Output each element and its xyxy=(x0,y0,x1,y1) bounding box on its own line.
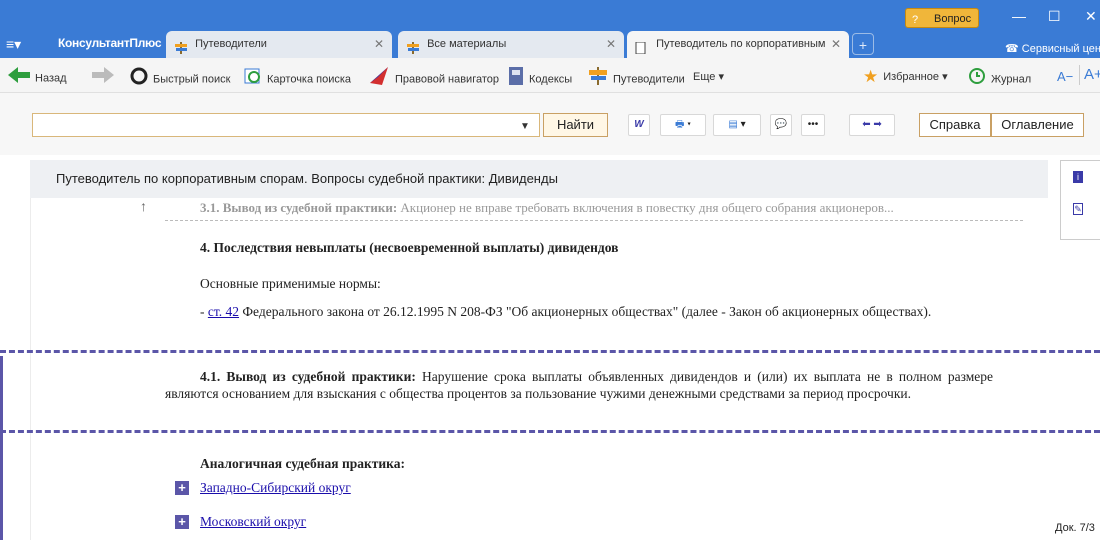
tab-label: Путеводители xyxy=(195,38,267,50)
search-circle-icon xyxy=(130,67,148,92)
court-link-west-siberian[interactable]: Западно-Сибирский округ xyxy=(200,480,351,496)
similar-practice-title: Аналогичная судебная практика: xyxy=(200,456,405,471)
prev-title: 3.1. Вывод из судебной практики: xyxy=(200,200,398,215)
tab-corporate-disputes[interactable]: Путеводитель по корпоративным сп ✕ xyxy=(627,31,849,58)
maximize-icon[interactable]: ☐ xyxy=(1048,8,1061,25)
question-button-label: Вопрос xyxy=(934,13,972,25)
printer-icon: 🖶 xyxy=(675,119,685,130)
search-card-button[interactable]: Карточка поиска xyxy=(244,67,351,87)
close-window-icon[interactable]: ✕ xyxy=(1085,8,1097,25)
search-input[interactable] xyxy=(32,113,540,137)
signpost-icon xyxy=(588,67,608,92)
app-logo[interactable]: КонсультантПлюс xyxy=(58,30,162,56)
conclusion-paragraph: 4.1. Вывод из судебной практики: Нарушен… xyxy=(165,368,993,402)
conclusion-title: 4.1. Вывод из судебной практики: xyxy=(200,369,416,384)
font-decrease-button[interactable]: A− xyxy=(1057,67,1073,87)
help-button[interactable]: Справка xyxy=(919,113,991,137)
prev-text: Акционер не вправе требовать включения в… xyxy=(400,200,894,215)
forward-button[interactable] xyxy=(92,67,119,87)
more-label: Еще xyxy=(693,71,716,83)
expand-plus-icon[interactable]: + xyxy=(175,515,189,529)
selection-marker xyxy=(0,356,3,430)
selection-divider-top xyxy=(0,350,1100,353)
expand-plus-icon[interactable]: + xyxy=(175,481,189,495)
search-history-dropdown-icon[interactable]: ▼ xyxy=(520,121,530,132)
more-actions-icon[interactable]: ••• xyxy=(801,114,825,136)
close-tab-icon[interactable]: ✕ xyxy=(606,31,616,58)
chevron-down-icon: ▾ xyxy=(718,71,724,83)
law-article-link[interactable]: ст. 42 xyxy=(208,304,239,319)
document-header: Путеводитель по корпоративным спорам. Во… xyxy=(30,160,1048,198)
arrow-left-icon xyxy=(8,67,30,90)
selection-divider-bottom xyxy=(0,430,1100,433)
signpost-icon xyxy=(174,38,188,55)
document-counter: Док. 7/3 xyxy=(1055,522,1095,534)
legal-navigator-label: Правовой навигатор xyxy=(395,73,499,86)
info-icon[interactable]: i xyxy=(1073,171,1083,183)
more-menu-button[interactable]: Еще ▾ xyxy=(693,67,724,87)
find-button[interactable]: Найти xyxy=(543,113,608,137)
search-card-icon xyxy=(244,67,262,92)
main-menu-icon[interactable]: ≡▾ xyxy=(6,33,40,55)
quick-search-label: Быстрый поиск xyxy=(153,73,231,86)
back-button[interactable]: Назад xyxy=(8,67,67,87)
guides-label: Путеводители xyxy=(613,73,685,86)
service-center-label: Сервисный цен xyxy=(1021,43,1100,55)
clock-icon xyxy=(968,67,986,92)
selection-marker xyxy=(0,433,3,540)
close-tab-icon[interactable]: ✕ xyxy=(827,31,841,58)
tab-label: Все материалы xyxy=(427,38,507,50)
toc-button[interactable]: Оглавление xyxy=(991,113,1084,137)
norm-prefix: - xyxy=(200,304,208,319)
codes-button[interactable]: Кодексы xyxy=(508,67,572,87)
tab-guides[interactable]: Путеводители ✕ xyxy=(166,31,392,58)
journal-label: Журнал xyxy=(991,73,1032,86)
signpost-icon xyxy=(406,38,420,55)
search-card-label: Карточка поиска xyxy=(267,73,352,86)
new-tab-button[interactable]: + xyxy=(852,33,874,55)
norm-text: Федерального закона от 26.12.1995 N 208-… xyxy=(239,304,932,319)
question-button[interactable]: ? Вопрос xyxy=(905,8,979,28)
tab-label: Путеводитель по корпоративным сп xyxy=(656,38,840,50)
service-center-link[interactable]: ☎ Сервисный цен xyxy=(1005,42,1100,55)
norm-paragraph: - ст. 42 Федерального закона от 26.12.19… xyxy=(165,303,993,320)
previous-section-link[interactable]: 3.1. Вывод из судебной практики: Акционе… xyxy=(200,200,1020,216)
tab-all-materials[interactable]: Все материалы ✕ xyxy=(398,31,624,58)
side-panel: i ✎ xyxy=(1060,160,1100,240)
comment-icon[interactable]: 💬 xyxy=(770,114,792,136)
journal-button[interactable]: Журнал xyxy=(968,67,1031,87)
norms-label: Основные применимые нормы: xyxy=(200,276,381,291)
chevron-down-icon: ▾ xyxy=(942,71,948,83)
question-badge: ? xyxy=(912,14,919,26)
arrow-up-icon[interactable]: ↑ xyxy=(140,198,147,214)
star-icon: ★ xyxy=(863,67,879,87)
word-export-icon[interactable]: W xyxy=(628,114,650,136)
favorites-button[interactable]: ★ Избранное ▾ xyxy=(863,67,948,87)
navigator-icon xyxy=(370,67,390,92)
arrow-right-icon xyxy=(92,67,114,90)
legal-navigator-button[interactable]: Правовой навигатор xyxy=(370,67,499,87)
save-button[interactable]: ▤ ▾ xyxy=(713,114,761,136)
court-link-moscow[interactable]: Московский округ xyxy=(200,514,306,530)
book-icon xyxy=(508,67,524,92)
close-tab-icon[interactable]: ✕ xyxy=(374,31,384,58)
codes-label: Кодексы xyxy=(529,73,573,86)
save-document-icon: ▤ xyxy=(728,119,738,130)
font-increase-button[interactable]: A+ xyxy=(1079,65,1100,85)
section-title: 4. Последствия невыплаты (несвоевременно… xyxy=(200,240,619,255)
print-button[interactable]: 🖶 ▾ xyxy=(660,114,706,136)
favorites-label: Избранное xyxy=(883,71,939,83)
arrow-right-icon[interactable]: ➡ xyxy=(873,119,881,130)
minimize-icon[interactable]: — xyxy=(1012,8,1026,24)
document-icon xyxy=(635,38,649,55)
quick-search-button[interactable]: Быстрый поиск xyxy=(130,67,230,87)
prev-next-navigation[interactable]: ⬅ ➡ xyxy=(849,114,895,136)
edit-note-icon[interactable]: ✎ xyxy=(1073,203,1083,215)
back-label: Назад xyxy=(35,72,67,85)
divider xyxy=(165,220,1023,221)
guides-button[interactable]: Путеводители xyxy=(588,67,685,87)
arrow-left-icon[interactable]: ⬅ xyxy=(862,119,870,130)
